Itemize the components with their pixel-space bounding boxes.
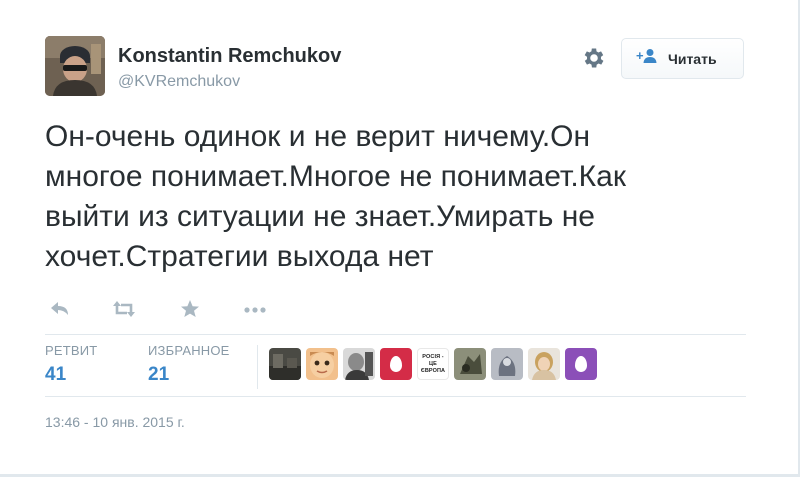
egg-icon — [390, 356, 402, 372]
tweet-line: многое понимает.Многое не понимает.Как — [45, 160, 626, 193]
divider — [45, 334, 746, 335]
tweet-timestamp[interactable]: 13:46 - 10 янв. 2015 г. — [45, 414, 185, 430]
follow-button-label: Читать — [668, 50, 717, 67]
svg-text:+: + — [636, 48, 644, 63]
favoriter-avatar[interactable] — [306, 348, 338, 380]
follow-button[interactable]: + Читать — [621, 38, 744, 79]
user-handle[interactable]: @KVRemchukov — [118, 73, 240, 91]
divider — [45, 396, 746, 397]
avatar-text-line: РОСІЯ - — [422, 353, 444, 360]
reply-icon[interactable] — [47, 298, 73, 320]
avatar-photo — [45, 36, 105, 96]
favoriter-avatar[interactable] — [491, 348, 523, 380]
default-egg-avatar[interactable] — [380, 348, 412, 380]
retweet-icon[interactable] — [111, 298, 137, 320]
default-egg-avatar[interactable] — [565, 348, 597, 380]
favoriter-text-avatar[interactable]: РОСІЯ - ЦЕ ЄВРОПА — [417, 348, 449, 380]
egg-icon — [575, 356, 587, 372]
tweet-line: выйти из ситуации не знает.Умирать не — [45, 200, 595, 233]
retweet-count-label: РЕТВИТ — [45, 343, 98, 358]
tweet-line: хочет.Стратегии выхода нет — [45, 240, 434, 273]
more-icon[interactable] — [242, 298, 268, 320]
favorite-count-label: ИЗБРАННОЕ — [148, 343, 230, 358]
follow-icon: + — [636, 48, 658, 69]
tweet-text: Он-очень одинок и не верит ничему.Он мно… — [45, 117, 765, 277]
user-avatar[interactable] — [45, 36, 105, 96]
user-display-name[interactable]: Konstantin Remchukov — [118, 45, 341, 68]
avatar-text-line: ЦЕ — [429, 360, 437, 367]
favoriter-avatar[interactable] — [454, 348, 486, 380]
favoriter-avatar[interactable] — [528, 348, 560, 380]
favorite-count: 21 — [148, 364, 170, 385]
favorite-icon[interactable] — [177, 298, 203, 320]
tweet-line: Он-очень одинок и не верит ничему.Он — [45, 120, 591, 153]
gear-icon[interactable] — [581, 45, 607, 71]
favoriter-avatar[interactable] — [343, 348, 375, 380]
retweet-count: 41 — [45, 364, 67, 385]
avatar-text-line: ЄВРОПА — [420, 367, 446, 374]
favoriter-avatar[interactable] — [269, 348, 301, 380]
stats-divider — [257, 345, 258, 389]
